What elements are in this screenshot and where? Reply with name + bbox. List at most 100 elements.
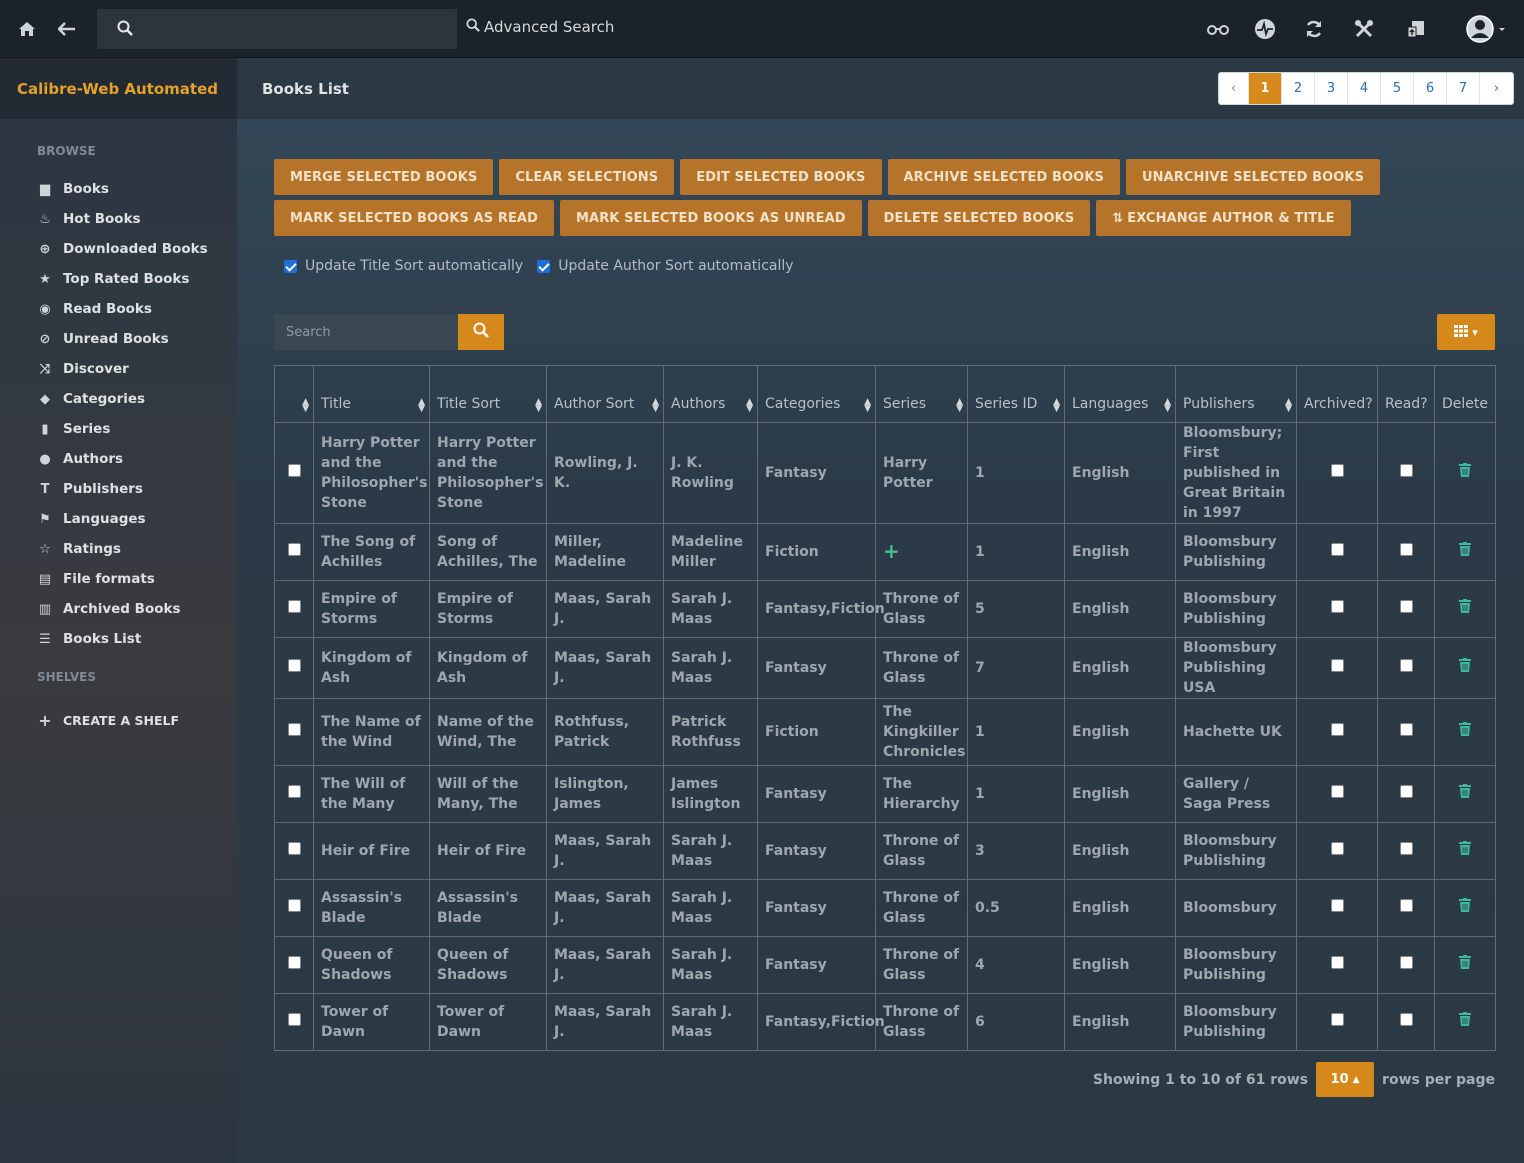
languages-cell[interactable]: English [1064, 637, 1176, 699]
title-sort-cell[interactable]: Empire of Storms [429, 580, 547, 638]
title-sort-cell[interactable]: Assassin's Blade [429, 879, 547, 937]
publishers-cell[interactable]: Bloomsbury Publishing [1175, 523, 1297, 581]
brand-logo[interactable]: Calibre-Web Automated [0, 58, 237, 119]
series-id-cell[interactable]: 1 [967, 422, 1065, 524]
series-cell[interactable]: Throne of Glass [875, 879, 968, 937]
series-cell[interactable]: Throne of Glass [875, 993, 968, 1051]
categories-cell[interactable]: Fantasy [757, 637, 876, 699]
column-header-title-sort[interactable]: Title Sort ▲ ▼ [429, 365, 547, 423]
categories-cell[interactable]: Fiction [757, 523, 876, 581]
series-cell[interactable]: The Kingkiller Chronicles [875, 698, 968, 766]
trash-icon[interactable] [1459, 898, 1471, 916]
read-checkbox[interactable] [1399, 600, 1413, 613]
author-sort-cell[interactable]: Miller, Madeline [546, 523, 664, 581]
archived-checkbox[interactable] [1330, 659, 1344, 672]
edit-selected-button[interactable]: EDIT SELECTED BOOKS [680, 159, 882, 195]
page-3[interactable]: 3 [1315, 73, 1348, 104]
title-sort-cell[interactable]: Queen of Shadows [429, 936, 547, 994]
series-id-cell[interactable]: 7 [967, 637, 1065, 699]
row-select-checkbox[interactable] [287, 956, 301, 969]
categories-cell[interactable]: Fantasy [757, 822, 876, 880]
title-sort-cell[interactable]: Heir of Fire [429, 822, 547, 880]
column-header-publishers[interactable]: Publishers ▲ ▼ [1175, 365, 1297, 423]
create-shelf-link[interactable]: + CREATE A SHELF [37, 710, 179, 730]
author-sort-cell[interactable]: Maas, Sarah J. [546, 822, 664, 880]
series-cell[interactable]: Harry Potter [875, 422, 968, 524]
trash-icon[interactable] [1459, 658, 1471, 676]
row-select-checkbox[interactable] [287, 842, 301, 855]
categories-cell[interactable]: Fantasy,Fiction [757, 993, 885, 1051]
categories-cell[interactable]: Fantasy [757, 936, 876, 994]
author-sort-cell[interactable]: Maas, Sarah J. [546, 879, 664, 937]
trash-icon[interactable] [1459, 784, 1471, 802]
delete-selected-button[interactable]: DELETE SELECTED BOOKS [867, 200, 1091, 236]
columns-toggle-button[interactable]: ▾ [1437, 314, 1495, 350]
read-checkbox[interactable] [1399, 956, 1413, 969]
user-icon[interactable] [1466, 15, 1506, 43]
sidebar-item-archived-books[interactable]: ▥ Archived Books [37, 599, 181, 619]
trash-icon[interactable] [1459, 1012, 1471, 1030]
top-search-input[interactable] [97, 9, 457, 49]
authors-cell[interactable]: James Islington [663, 765, 758, 823]
column-header-series[interactable]: Series ▲ ▼ [875, 365, 968, 423]
title-sort-cell[interactable]: Kingdom of Ash [429, 637, 547, 699]
title-cell[interactable]: The Song of Achilles [313, 523, 430, 581]
categories-cell[interactable]: Fantasy [757, 422, 876, 524]
archived-checkbox[interactable] [1330, 600, 1344, 613]
read-checkbox[interactable] [1399, 785, 1413, 798]
author-sort-cell[interactable]: Rowling, J. K. [546, 422, 664, 524]
sidebar-item-file-formats[interactable]: ▤ File formats [37, 569, 155, 589]
row-select-checkbox[interactable] [287, 464, 301, 477]
select-all-header[interactable]: ▲ ▼ [274, 365, 314, 423]
languages-cell[interactable]: English [1064, 580, 1176, 638]
publishers-cell[interactable]: Bloomsbury; First published in Great Bri… [1175, 422, 1297, 524]
update-title-sort-option[interactable]: Update Title Sort automatically [284, 258, 523, 274]
page-2[interactable]: 2 [1282, 73, 1315, 104]
archive-selected-button[interactable]: ARCHIVE SELECTED BOOKS [887, 159, 1120, 195]
languages-cell[interactable]: English [1064, 879, 1176, 937]
trash-icon[interactable] [1459, 599, 1471, 617]
read-checkbox[interactable] [1399, 723, 1413, 736]
archived-checkbox[interactable] [1330, 464, 1344, 477]
update-author-sort-option[interactable]: Update Author Sort automatically [537, 258, 794, 274]
languages-cell[interactable]: English [1064, 765, 1176, 823]
sidebar-item-categories[interactable]: ◆ Categories [37, 389, 145, 409]
row-select-checkbox[interactable] [287, 543, 301, 556]
home-icon[interactable] [15, 17, 39, 41]
title-cell[interactable]: Assassin's Blade [313, 879, 430, 937]
title-cell[interactable]: Queen of Shadows [313, 936, 430, 994]
read-checkbox[interactable] [1399, 899, 1413, 912]
authors-cell[interactable]: Madeline Miller [663, 523, 758, 581]
publishers-cell[interactable]: Bloomsbury [1175, 879, 1297, 937]
series-cell[interactable]: Throne of Glass [875, 936, 968, 994]
title-cell[interactable]: The Will of the Many [313, 765, 430, 823]
sidebar-item-authors[interactable]: ● Authors [37, 449, 123, 469]
publishers-cell[interactable]: Hachette UK [1175, 698, 1297, 766]
page-4[interactable]: 4 [1348, 73, 1381, 104]
read-checkbox[interactable] [1399, 659, 1413, 672]
categories-cell[interactable]: Fantasy [757, 765, 876, 823]
series-cell[interactable]: + [875, 523, 968, 581]
series-id-cell[interactable]: 4 [967, 936, 1065, 994]
series-cell[interactable]: Throne of Glass [875, 637, 968, 699]
sidebar-item-books-list[interactable]: ☰ Books List [37, 629, 141, 649]
sidebar-item-publishers[interactable]: T Publishers [37, 479, 143, 499]
back-icon[interactable] [55, 17, 79, 41]
title-sort-cell[interactable]: Tower of Dawn [429, 993, 547, 1051]
trash-icon[interactable] [1459, 955, 1471, 973]
upload-icon[interactable] [1404, 17, 1428, 41]
clear-selections-button[interactable]: CLEAR SELECTIONS [499, 159, 675, 195]
publishers-cell[interactable]: Bloomsbury Publishing USA [1175, 637, 1297, 699]
series-cell[interactable]: Throne of Glass [875, 580, 968, 638]
authors-cell[interactable]: Sarah J. Maas [663, 879, 758, 937]
sidebar-item-downloaded-books[interactable]: ⊕ Downloaded Books [37, 239, 208, 259]
title-cell[interactable]: Harry Potter and the Philosopher's Stone [313, 422, 430, 524]
series-id-cell[interactable]: 5 [967, 580, 1065, 638]
categories-cell[interactable]: Fantasy [757, 879, 876, 937]
table-search-input[interactable]: Search [274, 314, 458, 350]
row-select-checkbox[interactable] [287, 659, 301, 672]
title-cell[interactable]: Tower of Dawn [313, 993, 430, 1051]
trash-icon[interactable] [1459, 841, 1471, 859]
series-id-cell[interactable]: 0.5 [967, 879, 1065, 937]
row-select-checkbox[interactable] [287, 1013, 301, 1026]
